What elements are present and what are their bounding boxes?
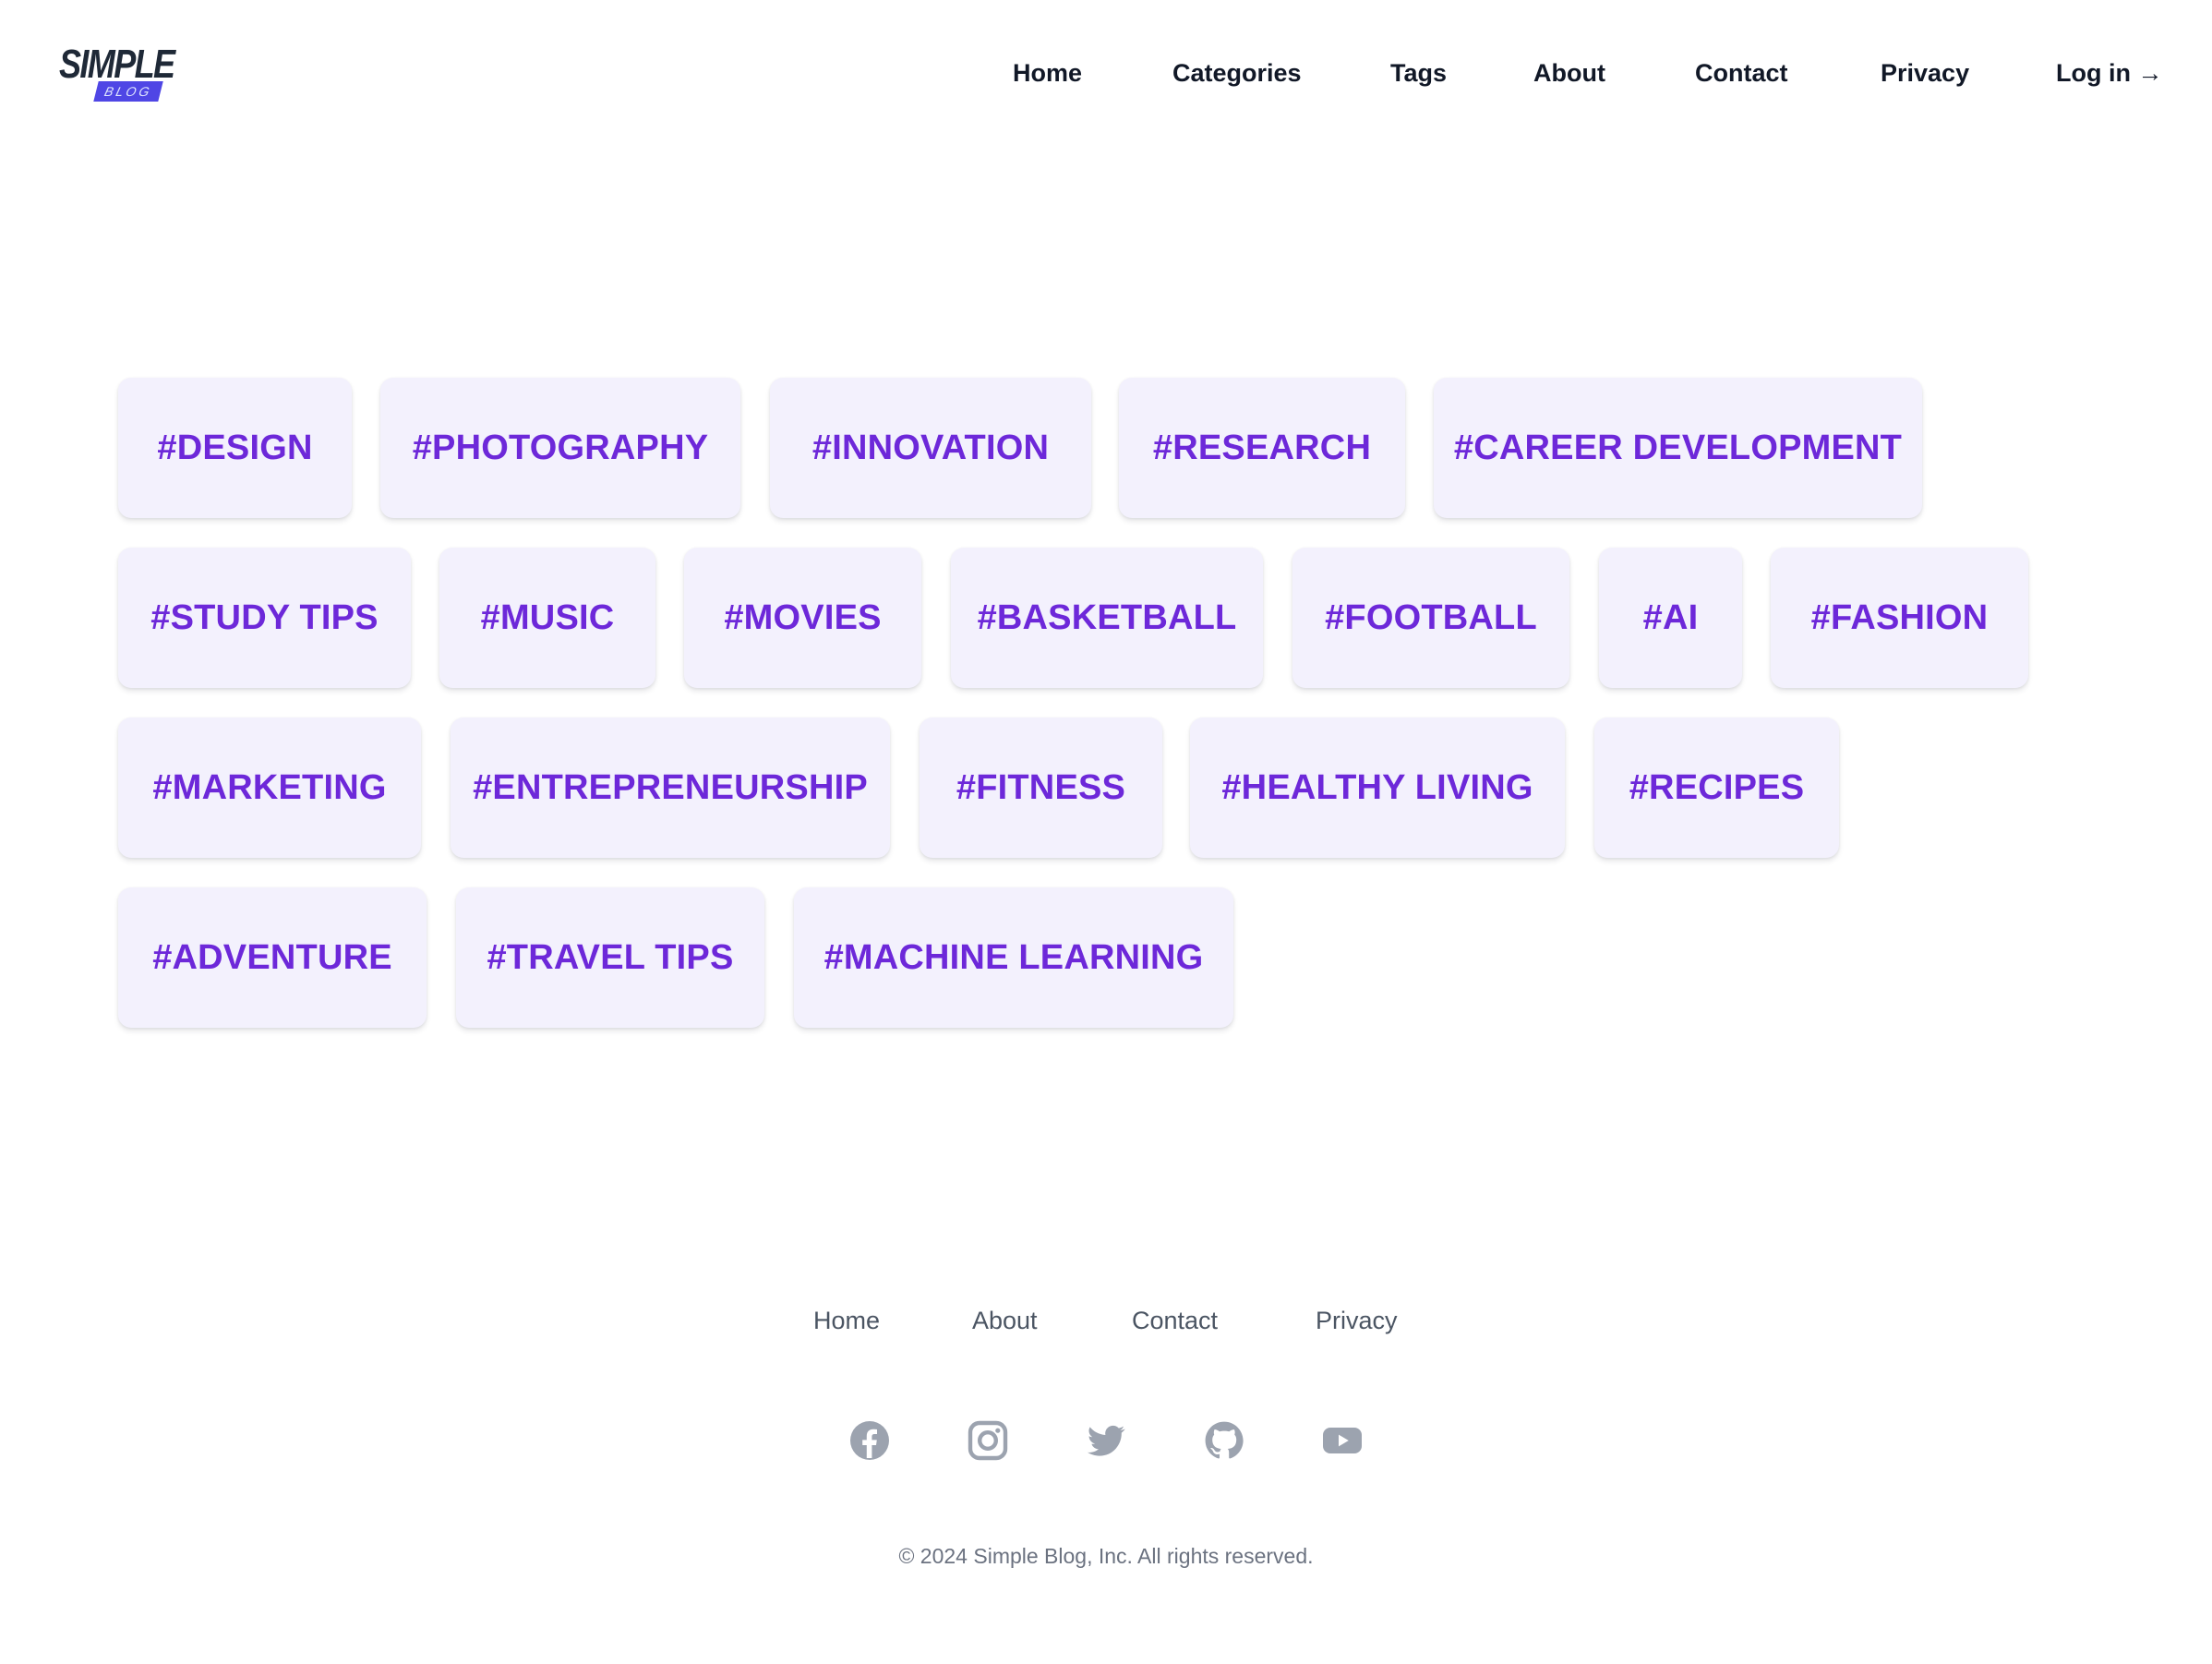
- tag-machine-learning[interactable]: #MACHINE LEARNING: [794, 887, 1233, 1028]
- site-header: SIMPLE BLOG Home Categories Tags About C…: [0, 0, 2212, 148]
- tag-marketing[interactable]: #MARKETING: [118, 717, 421, 858]
- tag-adventure[interactable]: #ADVENTURE: [118, 887, 427, 1028]
- main-nav: Home Categories Tags About Contact Priva…: [0, 57, 2212, 89]
- tag-fitness[interactable]: #FITNESS: [920, 717, 1162, 858]
- copyright-text: © 2024 Simple Blog, Inc. All rights rese…: [898, 1544, 1314, 1568]
- tag-recipes[interactable]: #RECIPES: [1594, 717, 1839, 858]
- nav-categories[interactable]: Categories: [1172, 57, 1302, 89]
- nav-home[interactable]: Home: [1013, 57, 1082, 89]
- tag-research[interactable]: #RESEARCH: [1119, 378, 1405, 518]
- footer-link-contact[interactable]: Contact: [1132, 1305, 1218, 1336]
- nav-privacy[interactable]: Privacy: [1881, 57, 1969, 89]
- instagram-icon[interactable]: [966, 1418, 1010, 1463]
- tag-entrepreneurship[interactable]: #ENTREPRENEURSHIP: [451, 717, 890, 858]
- tag-football[interactable]: #FOOTBALL: [1292, 548, 1569, 688]
- tag-healthy-living[interactable]: #HEALTHY LIVING: [1190, 717, 1565, 858]
- tag-fashion[interactable]: #FASHION: [1771, 548, 2028, 688]
- facebook-icon[interactable]: [848, 1418, 892, 1463]
- tag-basketball[interactable]: #BASKETBALL: [951, 548, 1263, 688]
- github-icon[interactable]: [1202, 1418, 1246, 1463]
- tag-ai[interactable]: #AI: [1599, 548, 1742, 688]
- footer-link-about[interactable]: About: [972, 1305, 1038, 1336]
- tag-design[interactable]: #DESIGN: [118, 378, 352, 518]
- tag-photography[interactable]: #PHOTOGRAPHY: [380, 378, 740, 518]
- footer-link-home[interactable]: Home: [813, 1305, 880, 1336]
- tag-list: #DESIGN #PHOTOGRAPHY #INNOVATION #RESEAR…: [0, 0, 2212, 1664]
- youtube-icon[interactable]: [1320, 1418, 1364, 1463]
- tag-music[interactable]: #MUSIC: [439, 548, 655, 688]
- tag-study-tips[interactable]: #STUDY TIPS: [118, 548, 411, 688]
- tag-travel-tips[interactable]: #TRAVEL TIPS: [456, 887, 764, 1028]
- nav-about[interactable]: About: [1533, 57, 1605, 89]
- tag-innovation[interactable]: #INNOVATION: [770, 378, 1091, 518]
- nav-contact[interactable]: Contact: [1695, 57, 1788, 89]
- login-link[interactable]: Log in →: [2056, 57, 2162, 89]
- tag-movies[interactable]: #MOVIES: [684, 548, 921, 688]
- footer-link-privacy[interactable]: Privacy: [1316, 1305, 1398, 1336]
- tag-career-development[interactable]: #CAREER DEVELOPMENT: [1434, 378, 1922, 518]
- nav-tags[interactable]: Tags: [1390, 57, 1447, 89]
- twitter-icon[interactable]: [1084, 1418, 1128, 1463]
